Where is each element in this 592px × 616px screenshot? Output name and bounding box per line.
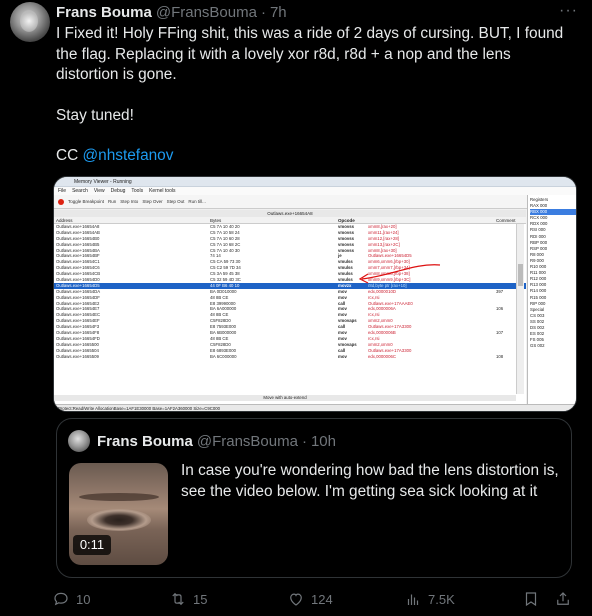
- reply-button[interactable]: 10: [52, 589, 90, 609]
- like-count: 124: [311, 591, 333, 607]
- toolbar-item: Step Into: [120, 199, 139, 204]
- quoted-avatar: [68, 430, 90, 452]
- red-arrow-annotation: [358, 264, 441, 284]
- record-icon: [58, 198, 64, 205]
- thumbnail-brow: [79, 493, 159, 501]
- column-header: [368, 217, 496, 223]
- attached-screenshot[interactable]: Memory Viewer - Running File Search View De…: [53, 176, 577, 412]
- column-headers: Address Bytes Opcode Comment: [54, 217, 526, 224]
- quoted-text: In case you're wondering how bad the len…: [181, 462, 559, 500]
- window-menu: File Search View Debug Tools Kernel tools: [54, 187, 576, 195]
- window-toolbar: Toggle Breakpoint Run Step Into Step Over St…: [54, 195, 576, 209]
- tweet-cc-line: CC @nhstefanov: [56, 146, 576, 167]
- author-name[interactable]: Frans Bouma: [56, 4, 152, 21]
- disassembly-pane: Outlaws.exe+16654A8 Address Bytes Opcode Co…: [54, 210, 526, 407]
- move-row: Move with auto-extend: [54, 395, 516, 401]
- views-count: 7.5K: [428, 591, 455, 607]
- quoted-author-name: Frans Bouma: [97, 432, 193, 450]
- tweet-text-line: I Fixed it! Holy FFing shit, this was a …: [56, 25, 564, 83]
- tweet-header: Frans Bouma @FransBouma · 7h: [56, 2, 287, 22]
- reply-icon: [54, 592, 68, 606]
- disassembly-rows: Outlaws.exe+16654A8 C5 7A 10 40 20 vmovss x…: [54, 224, 526, 359]
- file-tab: Outlaws.exe+16654A8: [54, 210, 526, 217]
- menu-item: Debug: [110, 188, 126, 194]
- bookmark-icon: [525, 592, 537, 607]
- heart-icon: [290, 593, 302, 606]
- like-button[interactable]: 124: [287, 589, 333, 609]
- disassembly-row: Outlaws.exe+1665509 BA 6C000000 mov edx,000…: [54, 354, 526, 360]
- tweet-text: I Fixed it! Holy FFing shit, this was a …: [56, 24, 576, 167]
- tweet-text-line: Stay tuned!: [56, 106, 134, 124]
- quoted-time: 10h: [310, 432, 336, 450]
- column-header: Opcode: [338, 218, 355, 223]
- separator-dot: ·: [301, 432, 307, 450]
- video-duration-badge: 0:11: [73, 535, 111, 555]
- column-header: Address: [56, 218, 73, 223]
- toolbar-item: Run: [108, 199, 117, 204]
- bookmark-button[interactable]: [522, 589, 540, 609]
- avatar[interactable]: [10, 2, 50, 42]
- tweet-time[interactable]: 7h: [270, 4, 287, 21]
- quoted-tweet[interactable]: Frans Bouma @FransBouma · 10h 0:11 In ca…: [56, 418, 572, 578]
- share-icon: [557, 592, 569, 605]
- register-line: GS 002: [530, 343, 545, 349]
- status-bar: Protect:Read/Write AllocationBase=1AF1E3…: [54, 404, 576, 411]
- row-cell-arg: edx,0000006C: [368, 353, 396, 359]
- menu-item: Search: [72, 188, 88, 194]
- cc-prefix: CC: [56, 147, 83, 164]
- toolbar-item: Run till...: [188, 199, 206, 204]
- row-cell-bytes: BA 6C000000: [210, 353, 237, 359]
- row-cell-addr: Outlaws.exe+1665509: [56, 353, 99, 359]
- column-header: Comment: [496, 218, 516, 223]
- author-handle[interactable]: @FransBouma: [156, 4, 257, 21]
- action-bar: 10 15 124 7.5K: [52, 589, 576, 609]
- retweet-button[interactable]: 15: [169, 589, 207, 609]
- mention-link[interactable]: @nhstefanov: [83, 147, 174, 164]
- window-title: Memory Viewer - Running: [54, 177, 576, 187]
- more-options-icon[interactable]: ···: [559, 2, 578, 20]
- column-header: Bytes: [210, 218, 222, 223]
- quoted-author-handle: @FransBouma: [196, 432, 298, 450]
- share-button[interactable]: [554, 589, 572, 609]
- scrollbar: [516, 224, 524, 394]
- menu-item: Tools: [131, 188, 144, 194]
- views-button[interactable]: 7.5K: [404, 589, 455, 609]
- toolbar-item: Step Over: [142, 199, 163, 204]
- quoted-header: Frans Bouma @FransBouma · 10h: [97, 431, 336, 451]
- reply-count: 10: [76, 591, 91, 607]
- menu-item: View: [93, 188, 105, 194]
- toolbar-item: Toggle Breakpoint: [68, 199, 105, 204]
- views-icon: [407, 594, 419, 605]
- retweet-count: 15: [193, 591, 208, 607]
- separator-dot: ·: [260, 3, 266, 21]
- retweet-icon: [172, 592, 184, 606]
- thumbnail-eye: [87, 509, 151, 531]
- row-cell-op: mov: [338, 353, 347, 359]
- toolbar-item: Step Out: [166, 199, 185, 204]
- menu-item: Kernel tools: [149, 188, 176, 194]
- registers-panel: Registers RAX 000 RBX 000 RCX 000 RDX 000 RSI…: [527, 195, 576, 410]
- menu-item: File: [58, 188, 67, 194]
